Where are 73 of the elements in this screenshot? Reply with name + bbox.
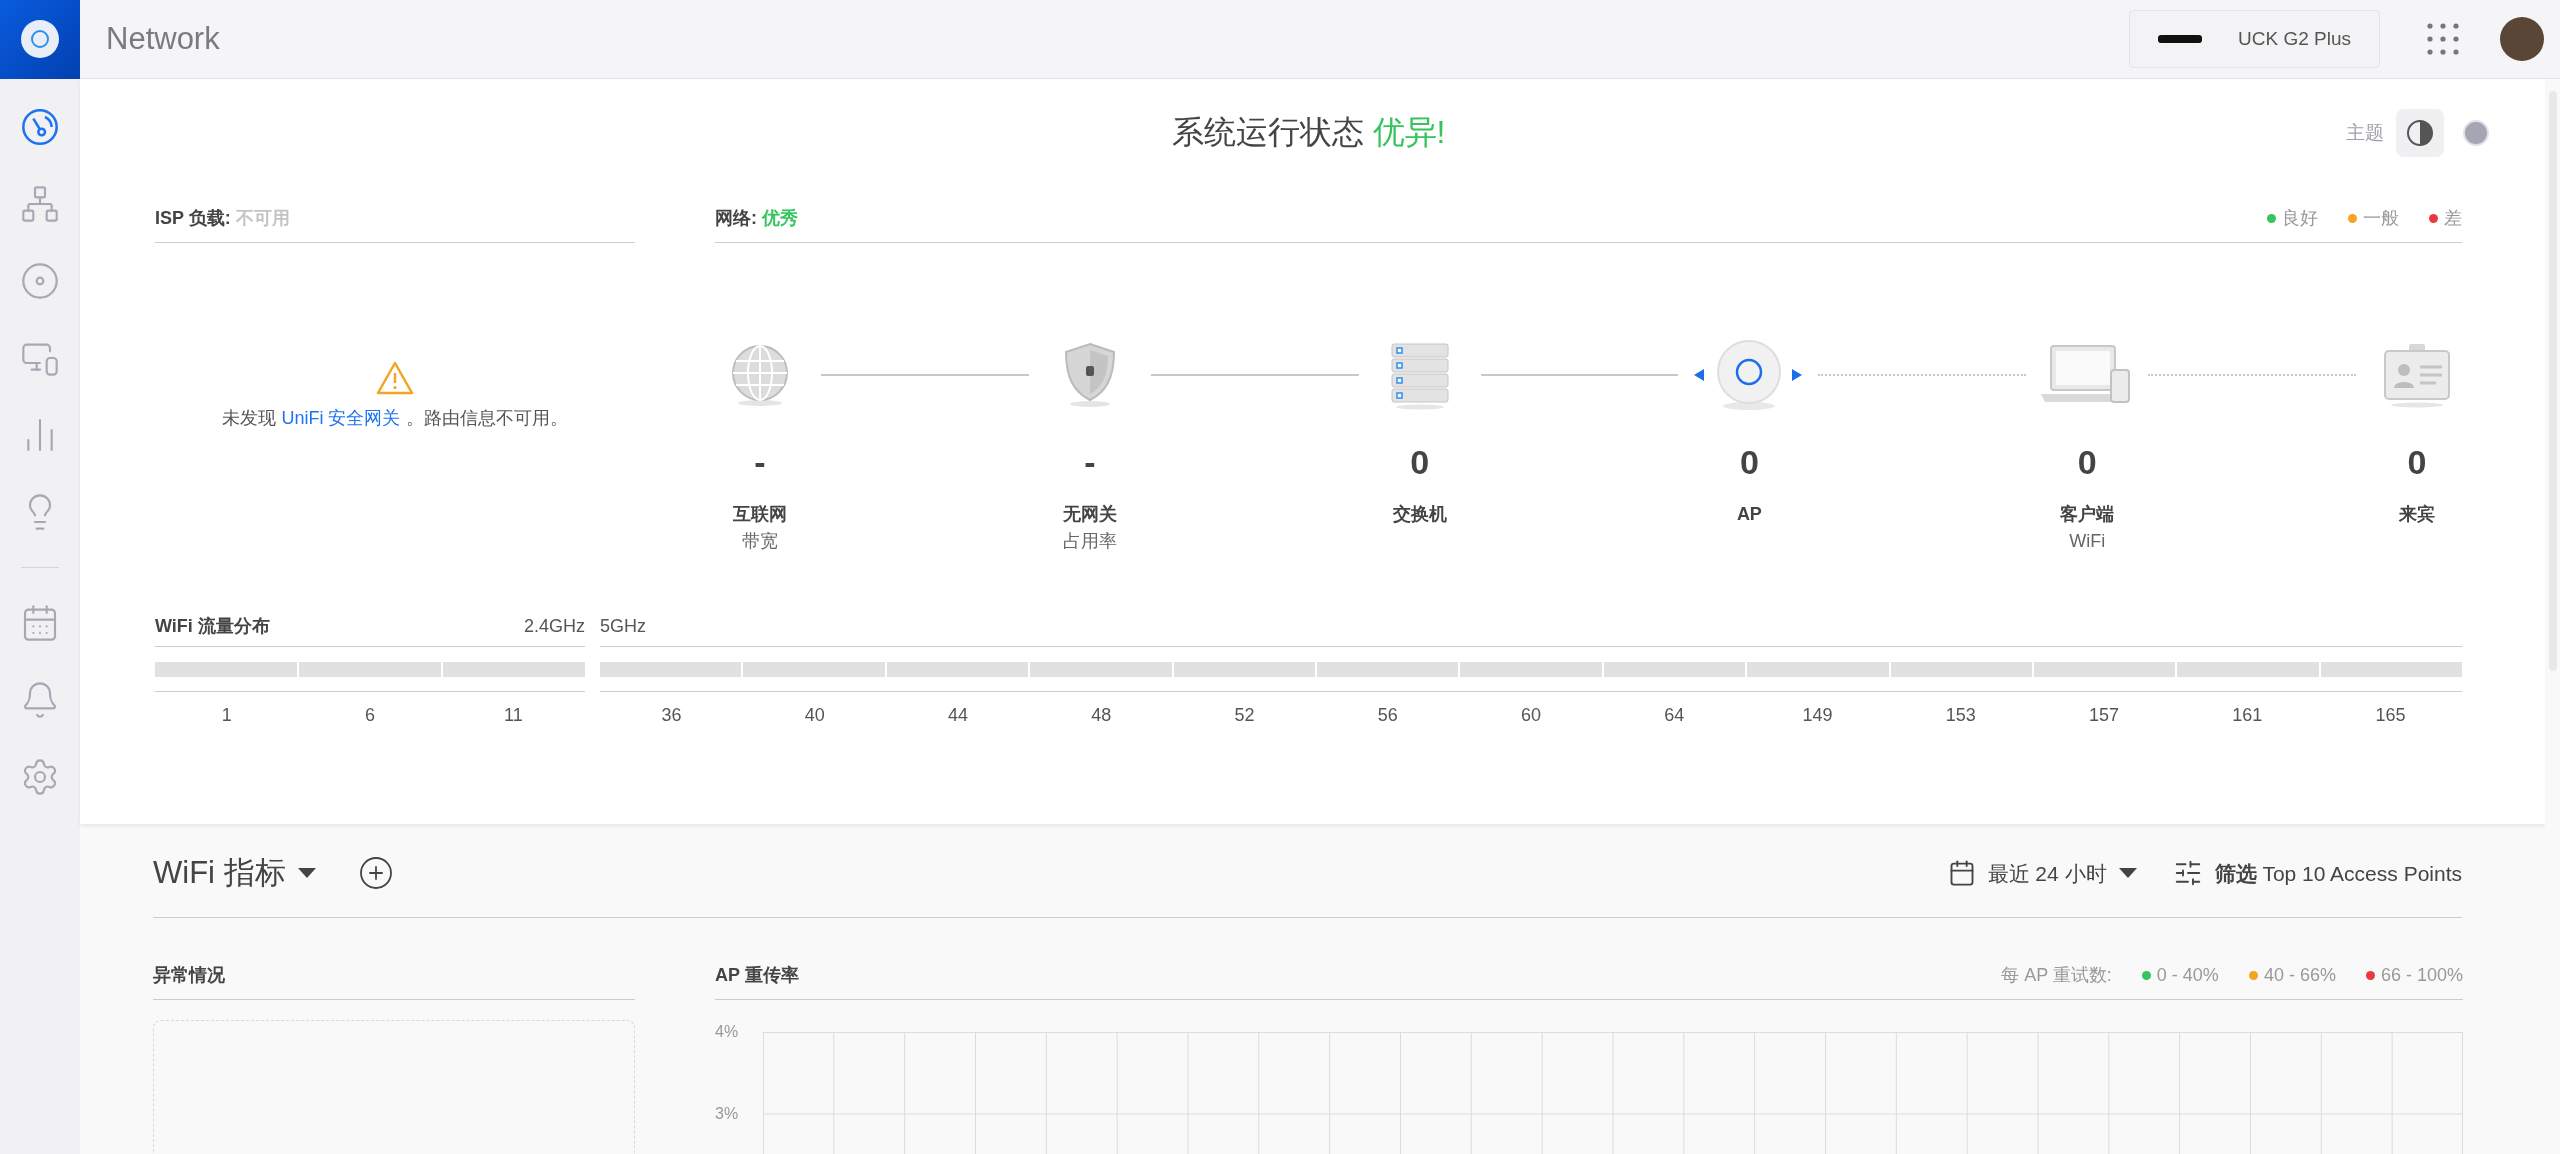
- y-axis-label: 4%: [715, 1023, 739, 1040]
- channel-number: 161: [2232, 704, 2263, 727]
- legend-title: 每 AP 重试数:: [2001, 963, 2112, 987]
- add-icon[interactable]: [357, 855, 394, 892]
- time-range-dropdown[interactable]: 最近 24 小时: [1947, 857, 2137, 889]
- theme-label: 主题: [2346, 120, 2384, 145]
- channel-number: 64: [1664, 704, 1685, 727]
- right-arrow-icon[interactable]: [1792, 369, 1803, 381]
- apps-grid-icon[interactable]: [2426, 22, 2460, 56]
- node-count: -: [1084, 445, 1096, 479]
- caret-icon: [2118, 868, 2137, 879]
- contrast-theme-button[interactable]: [2396, 109, 2444, 157]
- legend-label: 差: [2444, 207, 2462, 230]
- avatar[interactable]: [2500, 17, 2544, 61]
- network-label: 网络: 优秀: [715, 207, 798, 230]
- metrics-dropdown[interactable]: WiFi 指标: [153, 850, 316, 897]
- filled-circle-icon: [2462, 119, 2490, 147]
- caret-icon: [297, 868, 316, 879]
- channel-number: 36: [661, 704, 682, 727]
- node-label: 交换机: [1392, 503, 1447, 526]
- channel-number: 157: [2088, 704, 2119, 727]
- channel-number: 11: [503, 704, 523, 727]
- channel-number: 60: [1521, 704, 1542, 727]
- channel-number: 40: [804, 704, 825, 727]
- node-sublabel: 占用率: [1062, 530, 1117, 553]
- channel-number: 1: [221, 704, 232, 727]
- device-button[interactable]: UCK G2 Plus: [2129, 10, 2380, 68]
- logo[interactable]: [0, 0, 80, 79]
- node-label: 无网关: [1062, 503, 1117, 526]
- left-arrow-icon[interactable]: [1694, 369, 1705, 381]
- node-label: 来宾: [2399, 503, 2435, 526]
- status-title: 系统运行状态 优异!: [1171, 113, 1446, 152]
- legend-label: 一般: [2363, 207, 2399, 230]
- node-count: 0: [2077, 445, 2097, 479]
- channel-number: 44: [948, 704, 969, 727]
- legend-label: 0 - 40%: [2156, 963, 2219, 987]
- channel-number: 6: [365, 704, 375, 727]
- band-label: 2.4GHz: [523, 615, 585, 638]
- node-count: -: [754, 445, 766, 479]
- channel-number: 48: [1091, 704, 1112, 727]
- isp-load-label: ISP 负载: 不可用: [155, 208, 290, 228]
- legend-label: 良好: [2282, 207, 2318, 230]
- logo-icon: [20, 19, 60, 59]
- gateway-message: 未发现 UniFi 安全网关 。路由信息不可用。: [222, 407, 568, 430]
- legend-label: 66 - 100%: [2380, 963, 2463, 987]
- app-title: Network: [106, 19, 220, 58]
- anomalies-title: 异常情况: [153, 964, 225, 985]
- node-sublabel: 带宽: [742, 530, 778, 553]
- node-count: 0: [1739, 445, 1759, 479]
- filter-button[interactable]: 筛选 Top 10 Access Points: [2172, 857, 2462, 889]
- channel-number: 165: [2375, 704, 2406, 727]
- half-circle-icon: [2406, 119, 2434, 147]
- id-card-icon: [2382, 342, 2452, 408]
- node-label: 互联网: [733, 503, 787, 526]
- channel-number: 56: [1377, 704, 1398, 727]
- node-sublabel: WiFi: [2069, 530, 2106, 553]
- wifi-distribution-title: WiFi 流量分布: [155, 615, 270, 638]
- y-axis-label: 3%: [715, 1105, 739, 1122]
- band-label: 5GHz: [600, 615, 646, 638]
- node-count: 0: [2407, 445, 2427, 479]
- retries-title: AP 重传率: [715, 963, 799, 987]
- node-count: 0: [1410, 445, 1430, 479]
- access-point-icon: [1715, 339, 1784, 411]
- globe-icon: [730, 343, 790, 407]
- channel-number: 153: [1945, 704, 1976, 727]
- channel-number: 149: [1802, 704, 1833, 727]
- legend-label: 40 - 66%: [2263, 963, 2336, 987]
- node-label: 客户端: [2060, 503, 2115, 526]
- device-icon: [2158, 33, 2202, 45]
- warning-icon: [376, 361, 414, 395]
- node-label: AP: [1736, 503, 1762, 526]
- gateway-link[interactable]: UniFi 安全网关: [281, 408, 401, 428]
- channel-number: 52: [1234, 704, 1255, 727]
